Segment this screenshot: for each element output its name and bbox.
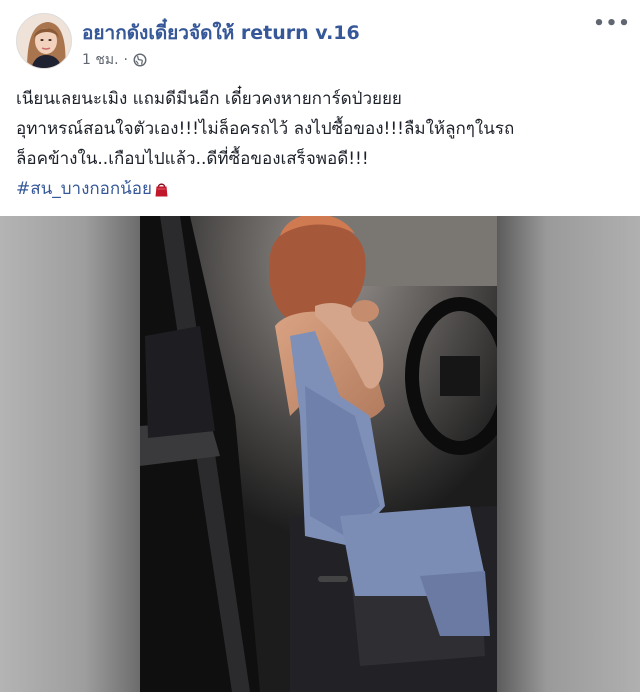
media-blur-left [0, 216, 140, 692]
media-blur-right [497, 216, 640, 692]
avatar[interactable] [16, 13, 72, 69]
hashtag-link[interactable]: #สน_บางกอกน้อย [16, 174, 152, 204]
post-text-line: ล็อคข้างใน..เกือบไปแล้ว..ดีที่ซื้อของเสร… [16, 149, 369, 169]
video-thumbnail-image [140, 216, 497, 692]
more-options-icon: ••• [593, 13, 631, 34]
avatar-image [17, 14, 71, 68]
post-meta: 1 ชม. · [82, 49, 147, 71]
post-timestamp[interactable]: 1 ชม. [82, 49, 119, 71]
post-text-line: อุทาหรณ์สอนใจตัวเอง!!!ไม่ล็อครถไว้ ลงไปซ… [16, 119, 515, 139]
more-options-button[interactable]: ••• [593, 12, 630, 36]
video-frame[interactable] [140, 216, 497, 692]
post-text-line: เนียนเลยนะเมิง แถมดีมีนอีก เดี๋ยวคงหายกา… [16, 89, 402, 109]
globe-icon[interactable] [133, 53, 147, 67]
facebook-post: อยากดังเดี๋ยวจัดให้ return v.16 1 ชม. · … [0, 0, 640, 692]
post-media [0, 216, 640, 692]
hashtag-line: #สน_บางกอกน้อย [16, 174, 626, 204]
post-text: เนียนเลยนะเมิง แถมดีมีนอีก เดี๋ยวคงหายกา… [16, 84, 626, 204]
post-header: อยากดังเดี๋ยวจัดให้ return v.16 1 ชม. · … [0, 0, 640, 72]
shopping-bag-icon [155, 183, 168, 196]
meta-separator: · [123, 52, 128, 68]
post-author-name[interactable]: อยากดังเดี๋ยวจัดให้ return v.16 [82, 18, 360, 48]
